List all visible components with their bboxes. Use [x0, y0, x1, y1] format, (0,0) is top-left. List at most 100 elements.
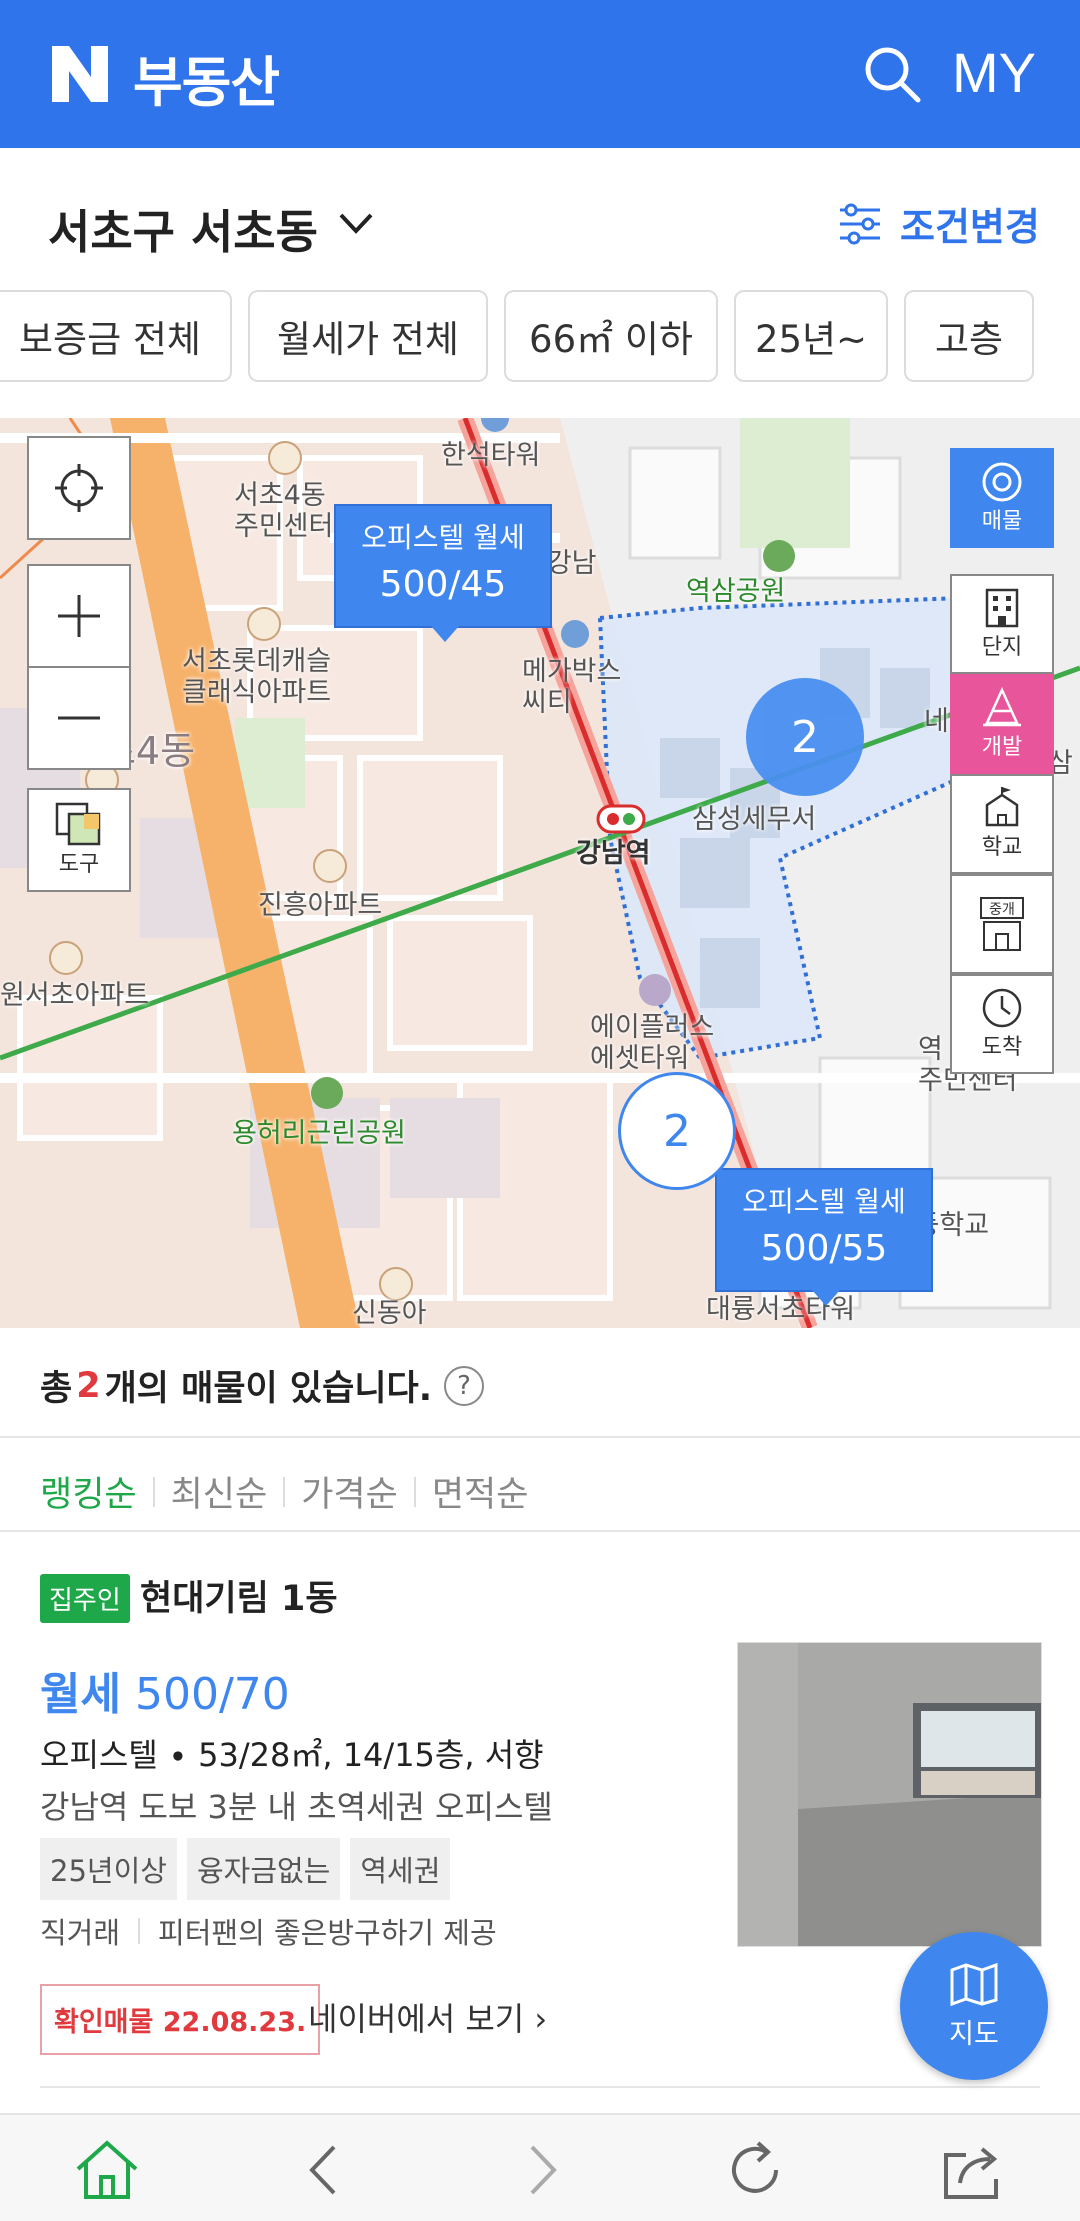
tag: 융자금없는	[186, 1838, 341, 1900]
clock-icon	[982, 988, 1022, 1028]
map-label-yeoksam-park: 역삼공원	[686, 576, 786, 607]
marker-price: 500/55	[760, 1228, 888, 1269]
count-suffix: 개의 매물이 있습니다.	[104, 1369, 433, 1409]
zoom-out-button[interactable]	[27, 666, 131, 770]
price-type: 월세	[40, 1669, 121, 1720]
provider: 피터팬의 좋은방구하기 제공	[158, 1916, 497, 1950]
chip-area[interactable]: 66㎡ 이하	[504, 290, 718, 382]
sort-area[interactable]: 면적순	[432, 1466, 529, 1517]
share-icon[interactable]	[938, 2135, 1008, 2205]
side-btn-label: 도착	[981, 1035, 1023, 1060]
tag: 역세권	[350, 1838, 451, 1900]
filter-chips: 보증금 전체 월세가 전체 66㎡ 이하 25년~ 고층	[0, 290, 1080, 382]
minus-icon	[58, 716, 100, 720]
room-photo	[738, 1643, 1041, 1946]
tools-button[interactable]: 도구	[27, 788, 131, 892]
owner-badge: 집주인	[40, 1574, 130, 1623]
map-label-jinheung: 진흥아파트	[258, 890, 383, 921]
cone-icon	[983, 687, 1021, 727]
my-location-button[interactable]	[27, 436, 131, 540]
map-label-hanseok: 한석타워	[441, 440, 541, 471]
chip-floor[interactable]: 고층	[904, 290, 1034, 382]
map-view[interactable]: 한석타워 서초4동 주민센터 CGV 강남 역삼공원 서초롯데캐슬 클래식아파트…	[0, 418, 1080, 1328]
listing-marker[interactable]: 오피스텔 월세 500/55	[715, 1168, 933, 1306]
my-button[interactable]: MY	[952, 40, 1036, 105]
divider	[40, 2086, 1040, 2088]
cluster-marker[interactable]: 2	[618, 1072, 736, 1190]
plus-icon	[58, 595, 100, 637]
refresh-icon[interactable]	[720, 2135, 790, 2205]
map-label-megabox: 메가박스 씨티	[522, 656, 622, 719]
location-bar: 서초구 서초동 조건변경	[0, 148, 1080, 288]
listing-meta: 직거래 피터팬의 좋은방구하기 제공	[40, 1910, 497, 1952]
map-label-sindoa: 신동아	[352, 1298, 427, 1328]
listing-spec: 오피스텔 ∙ 53/28㎡, 14/15층, 서향	[40, 1736, 544, 1774]
crosshair-icon	[55, 464, 103, 512]
marker-type: 오피스텔 월세	[361, 521, 525, 554]
price-value: 500/70	[134, 1669, 290, 1720]
side-btn-listings[interactable]: 매물	[950, 448, 1054, 548]
home-icon[interactable]	[72, 2135, 142, 2205]
layers-icon	[55, 802, 101, 846]
sort-price[interactable]: 가격순	[301, 1466, 398, 1517]
filter-change-button[interactable]: 조건변경	[838, 196, 1040, 251]
broker-office-icon: 중개	[980, 897, 1024, 951]
chip-year[interactable]: 25년~	[734, 290, 888, 382]
map-label-lotte-castle: 서초롯데캐슬 클래식아파트	[182, 646, 332, 709]
side-btn-school[interactable]: 학교	[950, 774, 1054, 874]
chevron-down-icon[interactable]	[338, 210, 374, 236]
listing-marker[interactable]: 오피스텔 월세 500/45	[334, 504, 552, 642]
sort-options: 랭킹순 최신순 가격순 면적순	[40, 1466, 528, 1517]
map-label-aplace: 에이플러스 에셋타워	[590, 1012, 715, 1075]
map-fab-button[interactable]: 지도	[900, 1932, 1048, 2080]
sort-ranking[interactable]: 랭킹순	[40, 1466, 137, 1517]
marker-price: 500/45	[379, 564, 507, 605]
side-btn-arrival[interactable]: 도착	[950, 974, 1054, 1074]
cluster-marker[interactable]: 2	[746, 678, 864, 796]
tools-label: 도구	[58, 852, 100, 877]
back-icon[interactable]	[290, 2135, 360, 2205]
school-icon	[985, 787, 1019, 827]
map-label-wonseocho: 원서초아파트	[0, 980, 150, 1011]
side-btn-label: 개발	[981, 735, 1023, 760]
building-icon	[985, 588, 1019, 628]
tag: 25년이상	[40, 1838, 177, 1900]
side-btn-label: 학교	[981, 835, 1023, 860]
naver-logo[interactable]	[52, 46, 108, 102]
app-title: 부동산	[133, 51, 280, 114]
marker-type: 오피스텔 월세	[742, 1185, 906, 1218]
side-btn-label: 매물	[981, 509, 1023, 534]
search-icon[interactable]	[860, 42, 924, 106]
forward-icon[interactable]	[506, 2135, 576, 2205]
side-btn-broker[interactable]: 중개	[950, 874, 1054, 974]
browser-bottom-nav	[0, 2113, 1080, 2221]
sliders-icon	[840, 203, 880, 244]
side-btn-label: 단지	[981, 635, 1023, 660]
map-label-yongheori: 용허리근린공원	[232, 1118, 406, 1149]
app-header: 부동산 MY	[0, 0, 1080, 148]
broker-office-sign: 중개	[989, 902, 1015, 918]
side-btn-development[interactable]: 개발	[950, 674, 1054, 774]
location-title[interactable]: 서초구 서초동	[48, 196, 318, 262]
zoom-in-button[interactable]	[27, 564, 131, 668]
chip-monthly-rent[interactable]: 월세가 전체	[248, 290, 488, 382]
sort-latest[interactable]: 최신순	[171, 1466, 268, 1517]
listing-description: 강남역 도보 3분 내 초역세권 오피스텔	[40, 1788, 553, 1826]
map-label-samsung-tax: 삼성세무서	[692, 804, 817, 835]
chip-deposit[interactable]: 보증금 전체	[0, 290, 232, 382]
view-on-naver-link[interactable]: 네이버에서 보기 ›	[308, 1994, 547, 2040]
listing-photo[interactable]	[737, 1642, 1042, 1947]
divider	[0, 1436, 1080, 1438]
verified-badge: 확인매물 22.08.23.	[40, 1984, 321, 2055]
map-label-ne: 네	[924, 706, 949, 737]
filter-change-label: 조건변경	[900, 205, 1040, 249]
side-btn-complex[interactable]: 단지	[950, 574, 1054, 674]
listing-name: 현대기림 1동	[140, 1579, 338, 1619]
deal-type: 직거래	[40, 1916, 121, 1950]
help-icon[interactable]: ?	[444, 1365, 485, 1406]
result-count: 총 2 개의 매물이 있습니다. ?	[40, 1360, 485, 1411]
count-number: 2	[76, 1365, 101, 1406]
listing-tags: 25년이상 융자금없는 역세권	[40, 1838, 460, 1900]
map-icon	[950, 1962, 998, 2006]
map-label-gangnam-station: 강남역	[576, 838, 651, 869]
